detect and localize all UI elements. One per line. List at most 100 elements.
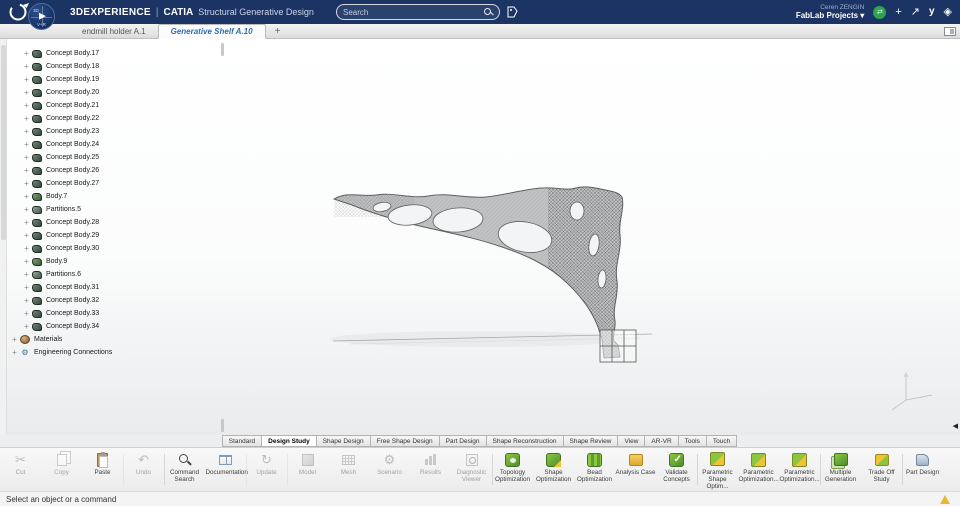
left-scrollbar-thumb[interactable] xyxy=(1,45,6,240)
document-tab-generative-shelf-a-10[interactable]: Generative Shelf A.10 xyxy=(157,24,266,39)
toolbar-item-multiple-generation[interactable]: Multiple Generation xyxy=(820,449,861,490)
tree-item-partitions-5[interactable]: + Partitions.5 xyxy=(10,203,222,216)
ribbon-tab-part-design[interactable]: Part Design xyxy=(438,435,487,447)
toolbar-item-analysis-case[interactable]: Analysis Case xyxy=(615,449,656,490)
tree-item-concept-body-30[interactable]: + Concept Body.30 xyxy=(10,242,222,255)
tree-expander-icon[interactable]: + xyxy=(10,348,19,357)
ribbon-tab-ar-vr[interactable]: AR-VR xyxy=(644,435,679,447)
play-icon[interactable]: ▶ xyxy=(39,10,46,21)
tree-expander-icon[interactable]: + xyxy=(22,88,31,97)
chevron-down-icon[interactable]: ▾ xyxy=(860,11,864,20)
tree-item-partitions-6[interactable]: + Partitions.6 xyxy=(10,268,222,281)
3d-compass[interactable]: 3D ▶ V+R xyxy=(28,3,55,30)
new-tab-button[interactable]: + xyxy=(266,24,290,38)
tree-expander-icon[interactable]: + xyxy=(22,309,31,318)
tree-item-concept-body-31[interactable]: + Concept Body.31 xyxy=(10,281,222,294)
tree-expander-icon[interactable]: + xyxy=(22,270,31,279)
wireframe-fixture-box[interactable] xyxy=(599,329,637,363)
tag-icon[interactable] xyxy=(507,6,518,18)
tree-item-concept-body-20[interactable]: + Concept Body.20 xyxy=(10,86,222,99)
tree-item-concept-body-28[interactable]: + Concept Body.28 xyxy=(10,216,222,229)
panel-layout-icon[interactable] xyxy=(944,27,956,36)
viewport[interactable]: + Concept Body.17 + Concept Body.18 + Concept… xyxy=(0,39,960,435)
ribbon-tab-shape-review[interactable]: Shape Review xyxy=(562,435,619,447)
compass-vr-label[interactable]: V+R xyxy=(37,22,46,27)
tree-expander-icon[interactable]: + xyxy=(22,153,31,162)
user-info[interactable]: Ceren ZENGIN FabLab Projects ▾ xyxy=(796,4,865,21)
add-content-icon[interactable]: + xyxy=(895,6,901,18)
tree-expander-icon[interactable]: + xyxy=(22,101,31,110)
ribbon-tab-free-shape-design[interactable]: Free Shape Design xyxy=(369,435,440,447)
tree-expander-icon[interactable]: + xyxy=(22,231,31,240)
tree-item-concept-body-17[interactable]: + Concept Body.17 xyxy=(10,47,222,60)
tree-item-concept-body-26[interactable]: + Concept Body.26 xyxy=(10,164,222,177)
ribbon-tab-view[interactable]: View xyxy=(617,435,646,447)
compass-3d-label[interactable]: 3D xyxy=(33,8,39,13)
toolbar-item-command-search[interactable]: Command Search xyxy=(164,449,205,490)
tree-expander-icon[interactable]: + xyxy=(22,244,31,253)
tree-scrollbar-bottom[interactable] xyxy=(221,419,224,432)
toolbar-item-bead-optimization[interactable]: Bead Optimization xyxy=(574,449,615,490)
axis-triad-icon[interactable] xyxy=(891,372,933,411)
collapse-panel-icon[interactable]: ◀ xyxy=(953,423,958,430)
tree-expander-icon[interactable]: + xyxy=(22,166,31,175)
warning-icon[interactable] xyxy=(940,494,950,504)
toolbar-item-parametric-optimization[interactable]: Parametric Optimization... xyxy=(779,449,820,490)
tree-item-concept-body-21[interactable]: + Concept Body.21 xyxy=(10,99,222,112)
3ds-logo[interactable] xyxy=(8,2,30,22)
tree-item-concept-body-32[interactable]: + Concept Body.32 xyxy=(10,294,222,307)
tree-item-concept-body-24[interactable]: + Concept Body.24 xyxy=(10,138,222,151)
tree-expander-icon[interactable]: + xyxy=(22,192,31,201)
tree-item-concept-body-29[interactable]: + Concept Body.29 xyxy=(10,229,222,242)
toolbar-item-topology-optimization[interactable]: Topology Optimization xyxy=(492,449,533,490)
tree-expander-icon[interactable]: + xyxy=(22,127,31,136)
tree-item-concept-body-34[interactable]: + Concept Body.34 xyxy=(10,320,222,333)
tree-item-materials[interactable]: + Materials xyxy=(10,333,222,346)
tree-expander-icon[interactable]: + xyxy=(22,114,31,123)
tree-item-engineering-connections[interactable]: + ⚙ Engineering Connections xyxy=(10,346,222,359)
tree-item-concept-body-18[interactable]: + Concept Body.18 xyxy=(10,60,222,73)
tree-item-concept-body-19[interactable]: + Concept Body.19 xyxy=(10,73,222,86)
swym-icon[interactable]: y xyxy=(929,7,935,17)
toolbar-item-parametric-shape-optim[interactable]: Parametric Shape Optim... xyxy=(697,449,738,490)
ribbon-tab-shape-reconstruction[interactable]: Shape Reconstruction xyxy=(485,435,564,447)
tree-expander-icon[interactable]: + xyxy=(22,179,31,188)
tree-expander-icon[interactable]: + xyxy=(22,283,31,292)
ribbon-tab-standard[interactable]: Standard xyxy=(221,435,263,447)
toolbar-item-trade-off-study[interactable]: Trade Off Study xyxy=(861,449,902,490)
tree-item-concept-body-33[interactable]: + Concept Body.33 xyxy=(10,307,222,320)
tree-item-concept-body-23[interactable]: + Concept Body.23 xyxy=(10,125,222,138)
tree-expander-icon[interactable]: + xyxy=(22,140,31,149)
search-box[interactable] xyxy=(336,4,500,20)
compass-menu-icon[interactable]: ◈ xyxy=(944,6,952,18)
tree-item-concept-body-25[interactable]: + Concept Body.25 xyxy=(10,151,222,164)
left-scrollbar[interactable] xyxy=(0,39,7,435)
tree-item-body-7[interactable]: + Body.7 xyxy=(10,190,222,203)
toolbar-item-documentation[interactable]: Documentation xyxy=(205,449,248,490)
toolbar-item-validate-concepts[interactable]: Validate Concepts xyxy=(656,449,697,490)
toolbar-item-shape-optimization[interactable]: Shape Optimization xyxy=(533,449,574,490)
tree-item-body-9[interactable]: + Body.9 xyxy=(10,255,222,268)
toolbar-item-parametric-optimization[interactable]: Parametric Optimization... xyxy=(738,449,779,490)
tree-expander-icon[interactable]: + xyxy=(10,335,19,344)
tree-item-concept-body-27[interactable]: + Concept Body.27 xyxy=(10,177,222,190)
search-input[interactable] xyxy=(343,7,484,17)
tree-expander-icon[interactable]: + xyxy=(22,322,31,331)
ribbon-tab-design-study[interactable]: Design Study xyxy=(261,435,317,447)
sync-status-icon[interactable]: ⇄ xyxy=(873,5,887,19)
tree-expander-icon[interactable]: + xyxy=(22,218,31,227)
ribbon-tab-shape-design[interactable]: Shape Design xyxy=(315,435,371,447)
document-tab-endmill-holder-a-1[interactable]: endmill holder A.1 xyxy=(70,24,158,38)
toolbar-item-part-design[interactable]: Part Design xyxy=(902,449,943,490)
ribbon-tab-touch[interactable]: Touch xyxy=(705,435,738,447)
tree-expander-icon[interactable]: + xyxy=(22,75,31,84)
tree-expander-icon[interactable]: + xyxy=(22,49,31,58)
tree-expander-icon[interactable]: + xyxy=(22,257,31,266)
toolbar-item-paste[interactable]: Paste xyxy=(82,449,123,490)
tree-expander-icon[interactable]: + xyxy=(22,205,31,214)
share-icon[interactable]: ↗ xyxy=(911,6,920,18)
search-icon[interactable] xyxy=(484,7,493,17)
tree-item-concept-body-22[interactable]: + Concept Body.22 xyxy=(10,112,222,125)
ribbon-tab-tools[interactable]: Tools xyxy=(677,435,707,447)
tree-expander-icon[interactable]: + xyxy=(22,296,31,305)
